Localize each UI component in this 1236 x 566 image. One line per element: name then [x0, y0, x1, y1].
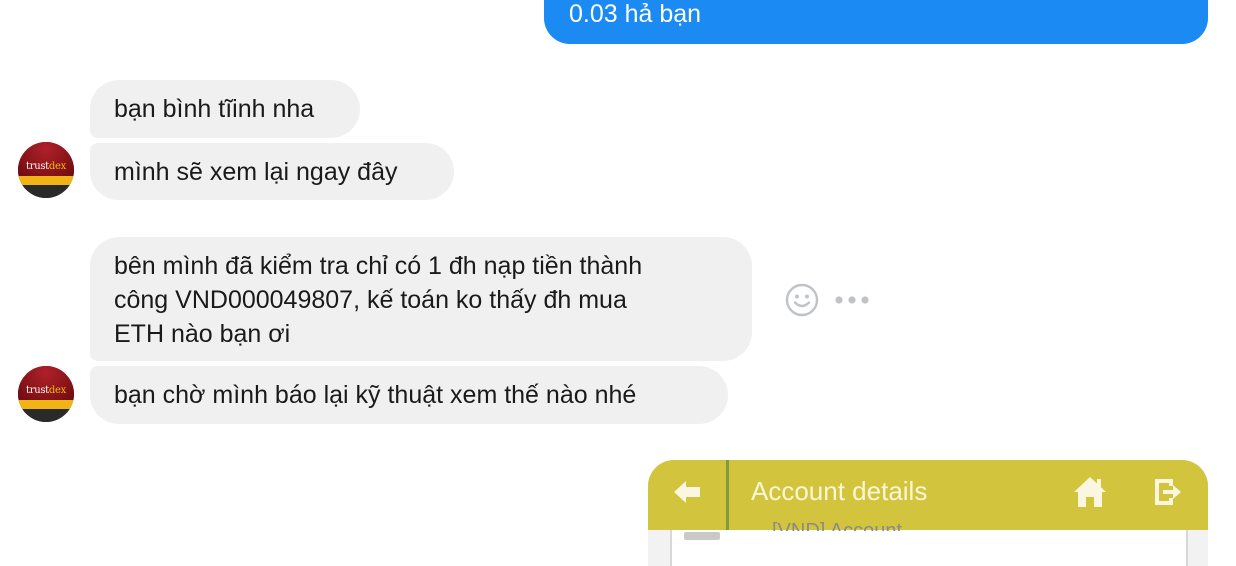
avatar-logo-part2: dex	[48, 161, 66, 172]
avatar-logo-part1: trust	[26, 385, 49, 396]
home-icon	[1074, 477, 1106, 507]
incoming-message-text: bạn chờ mình báo lại kỹ thuật xem thế nà…	[114, 381, 637, 409]
incoming-message-line: bên mình đã kiểm tra chỉ có 1 đh nạp tiề…	[114, 252, 643, 280]
image-attachment[interactable]: Account details [VND] Account	[648, 460, 1208, 566]
incoming-message[interactable]: bạn bình tĩinh nha	[90, 80, 360, 138]
avatar-stripe	[18, 400, 74, 409]
back-arrow-icon	[674, 481, 700, 503]
screen-title: Account details	[751, 476, 928, 506]
avatar-base	[18, 409, 74, 422]
screenshot-content	[670, 530, 1188, 566]
app-toolbar	[648, 460, 1208, 530]
incoming-message-line: công VND000049807, kế toán ko thấy đh mu…	[114, 286, 627, 314]
avatar-logo-part2: dex	[48, 385, 66, 396]
avatar-base	[18, 185, 74, 198]
incoming-message[interactable]: mình sẽ xem lại ngay đây	[90, 143, 454, 200]
account-row-icon	[684, 532, 720, 540]
incoming-message[interactable]: bên mình đã kiểm tra chỉ có 1 đh nạp tiề…	[90, 237, 752, 361]
smiley-icon[interactable]	[785, 283, 819, 317]
avatar-logo: trustdex	[18, 385, 74, 396]
avatar-stripe	[18, 176, 74, 185]
outgoing-message[interactable]: 0.03 hả bạn	[544, 0, 1208, 44]
incoming-message-text: bạn bình tĩinh nha	[114, 95, 315, 123]
incoming-message-text: mình sẽ xem lại ngay đây	[114, 158, 398, 186]
exit-icon	[1155, 479, 1181, 505]
chat-thread: 0.03 hả bạn bạn bình tĩinh nha mình sẽ x…	[0, 0, 1236, 566]
avatar-logo: trustdex	[18, 161, 74, 172]
avatar-logo-part1: trust	[26, 161, 49, 172]
incoming-message-line: ETH nào bạn ơi	[114, 320, 291, 348]
more-options-icon[interactable]	[834, 293, 870, 307]
sender-avatar[interactable]: trustdex	[18, 366, 74, 422]
outgoing-message-text: 0.03 hả bạn	[569, 0, 702, 28]
sender-avatar[interactable]: trustdex	[18, 142, 74, 198]
toolbar-divider	[726, 460, 729, 530]
account-row-text: [VND] Account	[772, 520, 903, 531]
incoming-message[interactable]: bạn chờ mình báo lại kỹ thuật xem thế nà…	[90, 366, 728, 424]
